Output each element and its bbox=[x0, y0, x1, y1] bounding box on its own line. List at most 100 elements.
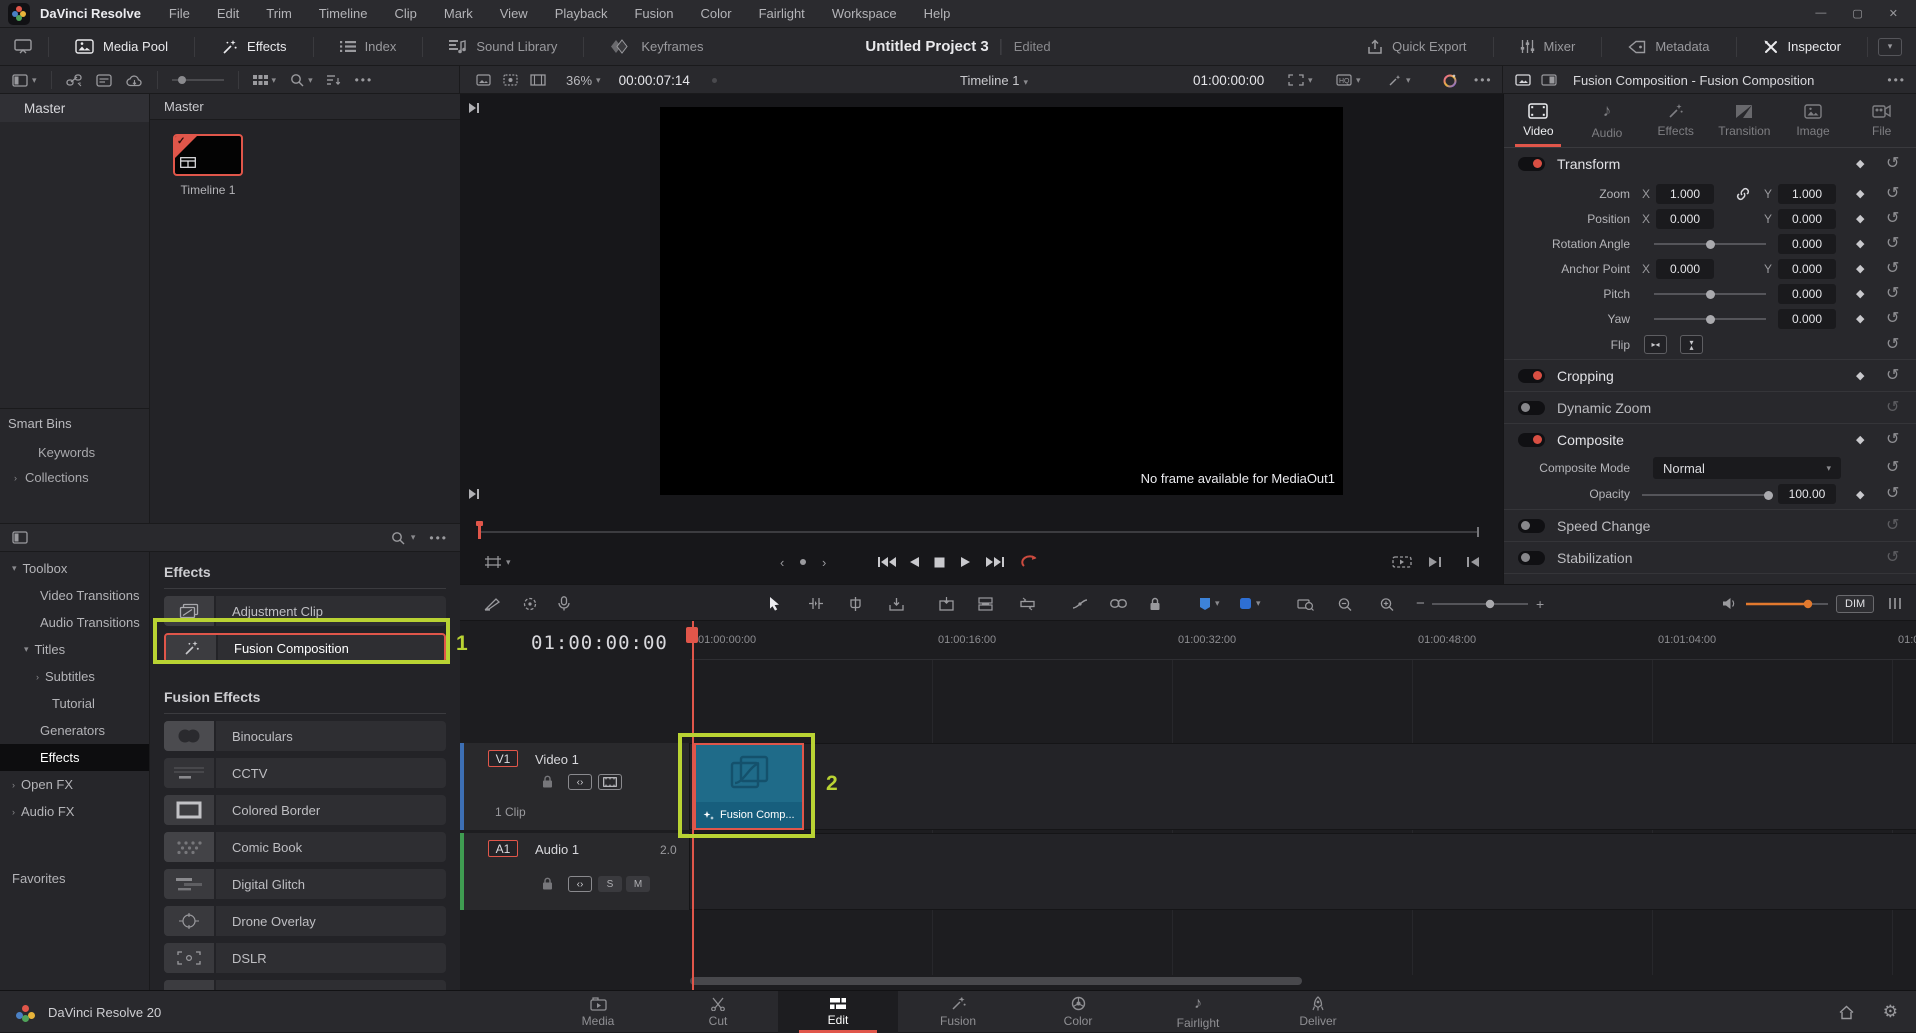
menu-workspace[interactable]: Workspace bbox=[832, 6, 897, 21]
viewer-frame[interactable]: No frame available for MediaOut1 bbox=[660, 107, 1343, 495]
inspector-panel-icon-b[interactable] bbox=[1541, 74, 1557, 86]
composite-mode-reset-icon[interactable]: ↺ bbox=[1886, 460, 1899, 476]
next-edit-icon[interactable] bbox=[1428, 545, 1442, 579]
quick-export-button[interactable]: Quick Export bbox=[1351, 28, 1482, 66]
rotation-keyframe-icon[interactable]: ◆ bbox=[1856, 237, 1864, 250]
anchor-y-field[interactable]: 0.000 bbox=[1778, 259, 1836, 279]
pitch-keyframe-icon[interactable]: ◆ bbox=[1856, 287, 1864, 300]
effect-item-digital-glitch[interactable]: Digital Glitch bbox=[164, 869, 446, 899]
sidebar-item-toolbox[interactable]: ▾Toolbox bbox=[0, 555, 149, 582]
media-pool-button[interactable]: Media Pool bbox=[59, 28, 184, 66]
video-track-autoselect-icon[interactable]: ‹› bbox=[568, 774, 592, 790]
timeline-tracks-panel-icon[interactable] bbox=[1888, 585, 1902, 622]
fit-to-fill-button[interactable] bbox=[1020, 585, 1035, 622]
zoom-x-field[interactable]: 1.000 bbox=[1656, 184, 1714, 204]
menu-help[interactable]: Help bbox=[924, 6, 951, 21]
window-minimize-button[interactable]: — bbox=[1815, 7, 1826, 20]
previous-edit-icon[interactable] bbox=[1466, 545, 1480, 579]
zoom-y-field[interactable]: 1.000 bbox=[1778, 184, 1836, 204]
composite-keyframe-icon[interactable]: ◆ bbox=[1856, 433, 1864, 446]
relink-icon[interactable] bbox=[66, 73, 82, 87]
bin-root-master[interactable]: Master bbox=[0, 94, 149, 122]
metadata-button[interactable]: Metadata bbox=[1612, 28, 1725, 66]
window-maximize-button[interactable]: ▢ bbox=[1852, 7, 1862, 20]
video-track-lock-icon[interactable] bbox=[542, 775, 553, 788]
sidebar-item-audio-transitions[interactable]: Audio Transitions bbox=[0, 609, 149, 636]
effect-item-cctv[interactable]: CCTV bbox=[164, 758, 446, 788]
speed-change-toggle[interactable] bbox=[1518, 519, 1545, 533]
subtitle-icon[interactable] bbox=[96, 74, 112, 87]
yaw-keyframe-icon[interactable]: ◆ bbox=[1856, 312, 1864, 325]
page-cut[interactable]: Cut bbox=[658, 991, 778, 1033]
inspector-more-icon[interactable]: ••• bbox=[1887, 73, 1906, 87]
opacity-slider[interactable] bbox=[1764, 491, 1773, 500]
sidebar-item-subtitles[interactable]: ›Subtitles bbox=[0, 663, 149, 690]
tab-transition[interactable]: Transition bbox=[1710, 94, 1779, 147]
selection-mode-button[interactable] bbox=[768, 585, 781, 622]
window-close-button[interactable]: ✕ bbox=[1889, 7, 1898, 20]
thumbnail-size-slider[interactable] bbox=[172, 75, 224, 85]
effect-item-colored-border[interactable]: Colored Border bbox=[164, 795, 446, 825]
transform-section-header[interactable]: Transform ◆ ↺ bbox=[1504, 148, 1916, 179]
menu-fusion[interactable]: Fusion bbox=[634, 6, 673, 21]
menu-edit[interactable]: Edit bbox=[217, 6, 239, 21]
tab-image[interactable]: Image bbox=[1779, 94, 1848, 147]
video-track-name[interactable]: Video 1 bbox=[535, 752, 579, 767]
stacked-timelines-icon[interactable] bbox=[522, 585, 538, 622]
viewer-mode-overlay-icon[interactable] bbox=[503, 74, 518, 86]
effect-item-drone-overlay[interactable]: Drone Overlay bbox=[164, 906, 446, 936]
opacity-reset-icon[interactable]: ↺ bbox=[1886, 486, 1899, 502]
app-menu-button[interactable]: DaVinci Resolve bbox=[40, 6, 141, 21]
pitch-reset-icon[interactable]: ↺ bbox=[1886, 286, 1899, 302]
audio-track-autoselect-icon[interactable]: ‹› bbox=[568, 876, 592, 892]
inspector-panel-icon-a[interactable] bbox=[1515, 74, 1531, 86]
position-y-field[interactable]: 0.000 bbox=[1778, 209, 1836, 229]
sidebar-item-audio-fx[interactable]: ›Audio FX bbox=[0, 798, 149, 825]
page-deliver[interactable]: Deliver bbox=[1258, 991, 1378, 1033]
insert-clip-button[interactable] bbox=[889, 585, 904, 622]
tab-file[interactable]: File bbox=[1847, 94, 1916, 147]
timeline-horizontal-scrollbar[interactable] bbox=[690, 977, 1302, 985]
effects-search-chevron[interactable]: ▾ bbox=[411, 532, 416, 543]
viewer-zoom-level[interactable]: 36% bbox=[566, 73, 592, 88]
audio-track-name[interactable]: Audio 1 bbox=[535, 842, 579, 857]
speed-change-section-header[interactable]: Speed Change ↺ bbox=[1504, 510, 1916, 541]
dynamic-zoom-reset-icon[interactable]: ↺ bbox=[1886, 400, 1899, 416]
playhead-head[interactable] bbox=[686, 627, 698, 643]
retime-curve-button[interactable] bbox=[1072, 585, 1088, 622]
rotation-field[interactable]: 0.000 bbox=[1778, 234, 1836, 254]
menu-view[interactable]: View bbox=[500, 6, 528, 21]
viewer-fit-icon[interactable]: ▾ bbox=[1288, 74, 1313, 86]
effect-item-dslr[interactable]: DSLR bbox=[164, 943, 446, 973]
audio-track-mute-button[interactable]: M bbox=[626, 876, 650, 892]
viewer-mode-still-icon[interactable] bbox=[476, 74, 491, 86]
custom-zoom-button[interactable] bbox=[1379, 585, 1395, 622]
sidebar-item-favorites[interactable]: Favorites bbox=[0, 865, 149, 892]
cloud-home-icon[interactable] bbox=[1838, 1005, 1855, 1020]
audio-track-solo-button[interactable]: S bbox=[598, 876, 622, 892]
cloud-sync-icon[interactable] bbox=[126, 74, 143, 87]
dynamic-zoom-toggle[interactable] bbox=[1518, 401, 1545, 415]
speed-change-reset-icon[interactable]: ↺ bbox=[1886, 518, 1899, 534]
flip-horizontal-button[interactable]: ▸◂ bbox=[1644, 335, 1667, 354]
flip-vertical-button[interactable]: ▾▴ bbox=[1680, 335, 1703, 354]
audio-monitor-speaker-icon[interactable] bbox=[1722, 585, 1737, 622]
opacity-field[interactable]: 100.00 bbox=[1778, 484, 1836, 504]
dynamic-zoom-section-header[interactable]: Dynamic Zoom ↺ bbox=[1504, 392, 1916, 423]
panel-layout-icon[interactable]: ▾ bbox=[12, 74, 37, 87]
menu-file[interactable]: File bbox=[169, 6, 190, 21]
video-track-filmstrip-icon[interactable] bbox=[598, 774, 622, 790]
sidebar-item-generators[interactable]: Generators bbox=[0, 717, 149, 744]
opacity-keyframe-icon[interactable]: ◆ bbox=[1856, 488, 1864, 501]
sidebar-item-open-fx[interactable]: ›Open FX bbox=[0, 771, 149, 798]
clean-feed-icon[interactable]: ▾ bbox=[484, 545, 511, 579]
page-color[interactable]: Color bbox=[1018, 991, 1138, 1033]
detail-zoom-button[interactable] bbox=[1337, 585, 1353, 622]
go-to-last-frame-button[interactable] bbox=[986, 545, 1004, 579]
workspace-monitor-icon[interactable] bbox=[14, 39, 32, 54]
tab-effects[interactable]: Effects bbox=[1641, 94, 1710, 147]
media-pool-more-icon[interactable]: ••• bbox=[355, 73, 374, 87]
viewer-more-icon[interactable]: ••• bbox=[1474, 73, 1493, 87]
position-x-field[interactable]: 0.000 bbox=[1656, 209, 1714, 229]
menu-clip[interactable]: Clip bbox=[394, 6, 416, 21]
